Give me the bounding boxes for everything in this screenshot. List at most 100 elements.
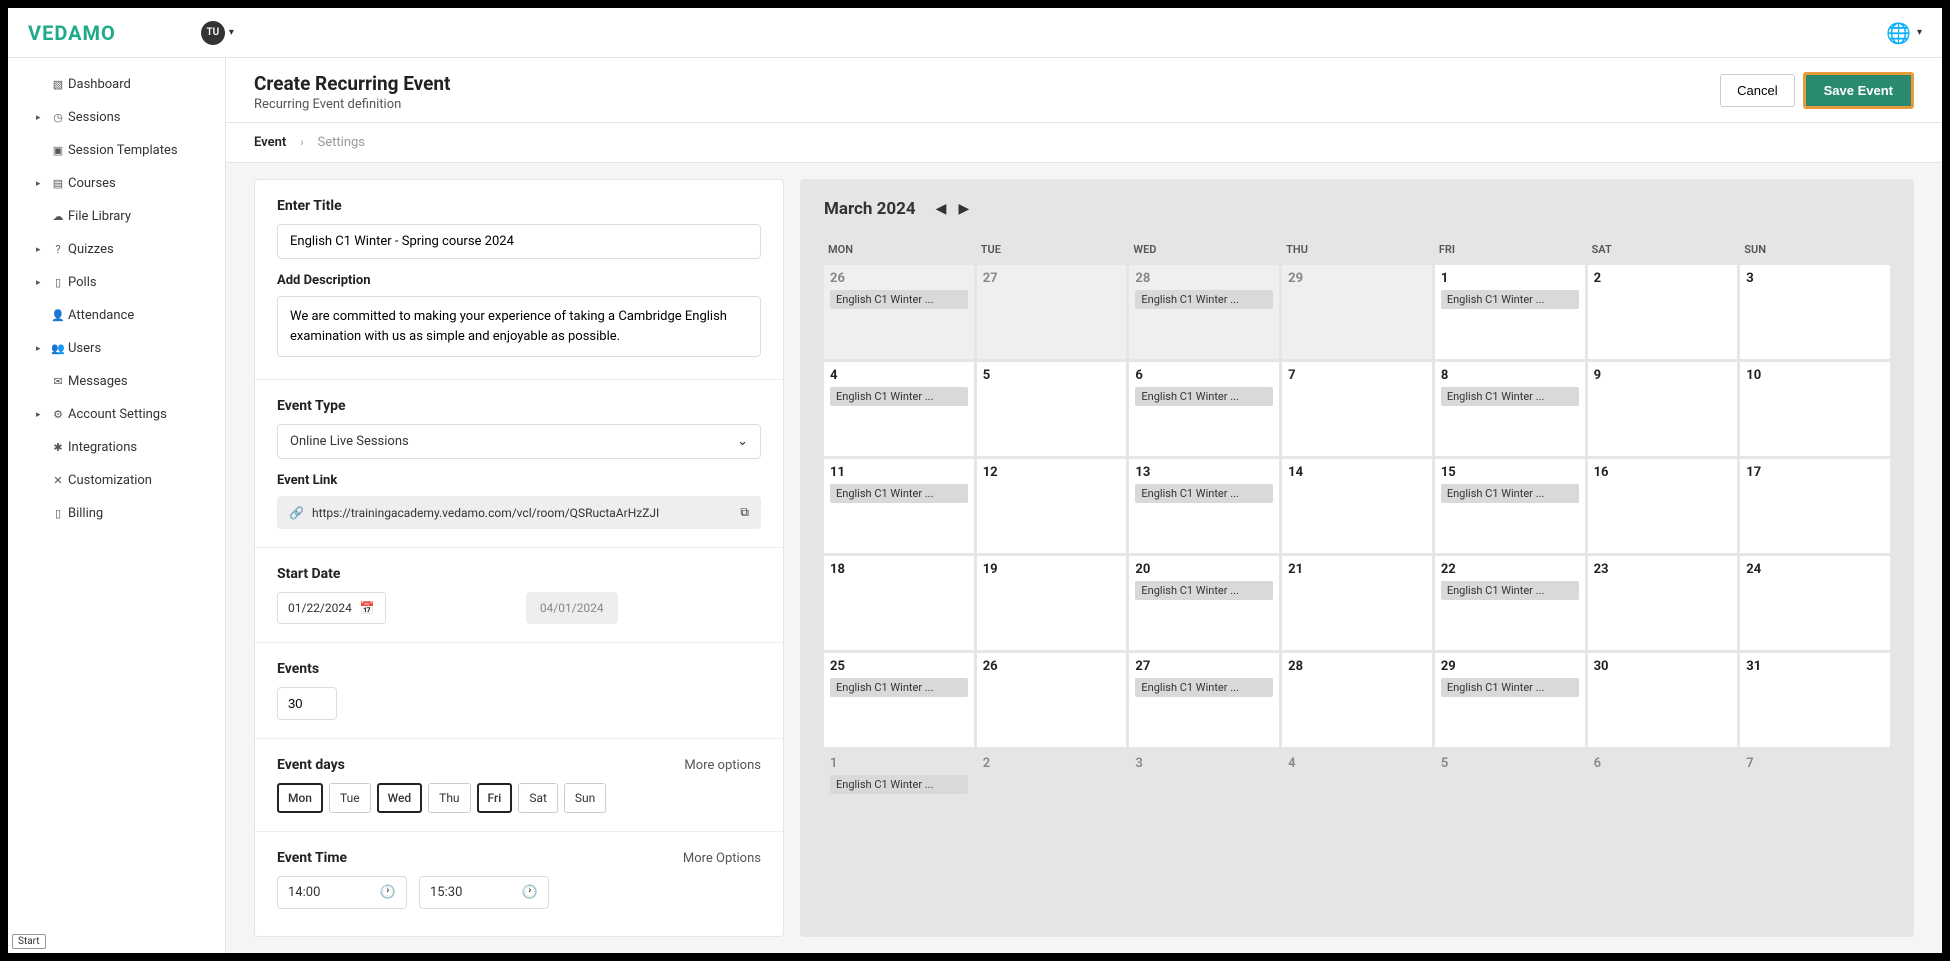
calendar-cell[interactable]: 6English C1 Winter ... xyxy=(1129,362,1279,456)
calendar-cell[interactable]: 21 xyxy=(1282,556,1432,650)
calendar-cell[interactable]: 7 xyxy=(1740,750,1890,844)
sidebar-item-users[interactable]: ▸👥Users xyxy=(8,332,225,365)
time-start-input[interactable]: 14:00 🕐 xyxy=(277,876,407,909)
calendar-event-chip[interactable]: English C1 Winter ... xyxy=(830,387,968,406)
language-menu[interactable]: 🌐 ▾ xyxy=(1886,21,1922,45)
calendar-cell[interactable]: 16 xyxy=(1588,459,1738,553)
cancel-button[interactable]: Cancel xyxy=(1720,74,1794,107)
calendar-cell[interactable]: 22English C1 Winter ... xyxy=(1435,556,1585,650)
calendar-cell[interactable]: 13English C1 Winter ... xyxy=(1129,459,1279,553)
calendar-cell[interactable]: 8English C1 Winter ... xyxy=(1435,362,1585,456)
calendar-cell[interactable]: 17 xyxy=(1740,459,1890,553)
calendar-cell[interactable]: 26 xyxy=(977,653,1127,747)
more-options-link-2[interactable]: More Options xyxy=(683,851,761,866)
sidebar-item-billing[interactable]: ▯Billing xyxy=(8,497,225,530)
calendar-cell[interactable]: 10 xyxy=(1740,362,1890,456)
breadcrumb: Event › Settings xyxy=(226,123,1942,163)
calendar-event-chip[interactable]: English C1 Winter ... xyxy=(1135,581,1273,600)
copy-icon[interactable]: ⧉ xyxy=(740,505,749,520)
sidebar-item-attendance[interactable]: 👤Attendance xyxy=(8,299,225,332)
sidebar-item-account-settings[interactable]: ▸⚙Account Settings xyxy=(8,398,225,431)
calendar-event-chip[interactable]: English C1 Winter ... xyxy=(1441,387,1579,406)
more-options-link[interactable]: More options xyxy=(684,758,761,773)
form-panel: Enter Title Add Description Event Type O… xyxy=(254,179,784,937)
title-input[interactable] xyxy=(277,224,761,259)
calendar-cell[interactable]: 3 xyxy=(1129,750,1279,844)
time-end-input[interactable]: 15:30 🕐 xyxy=(419,876,549,909)
calendar-cell[interactable]: 23 xyxy=(1588,556,1738,650)
calendar-cell[interactable]: 29English C1 Winter ... xyxy=(1435,653,1585,747)
day-pill-sat[interactable]: Sat xyxy=(518,783,558,813)
sidebar-item-session-templates[interactable]: ▣Session Templates xyxy=(8,134,225,167)
breadcrumb-event[interactable]: Event xyxy=(254,135,286,150)
sidebar-item-file-library[interactable]: ☁File Library xyxy=(8,200,225,233)
calendar-cell[interactable]: 14 xyxy=(1282,459,1432,553)
user-menu[interactable]: TU ▾ xyxy=(201,21,234,45)
sidebar-item-sessions[interactable]: ▸◷Sessions xyxy=(8,101,225,134)
calendar-cell[interactable]: 3 xyxy=(1740,265,1890,359)
sidebar-item-polls[interactable]: ▸▯Polls xyxy=(8,266,225,299)
calendar-cell[interactable]: 1English C1 Winter ... xyxy=(824,750,974,844)
sidebar-item-courses[interactable]: ▸▤Courses xyxy=(8,167,225,200)
sidebar-item-quizzes[interactable]: ▸?Quizzes xyxy=(8,233,225,266)
calendar-cell[interactable]: 30 xyxy=(1588,653,1738,747)
sidebar-item-customization[interactable]: ✕Customization xyxy=(8,464,225,497)
calendar-cell[interactable]: 4 xyxy=(1282,750,1432,844)
sidebar-item-integrations[interactable]: ✱Integrations xyxy=(8,431,225,464)
calendar-cell[interactable]: 5 xyxy=(977,362,1127,456)
calendar-event-chip[interactable]: English C1 Winter ... xyxy=(830,484,968,503)
calendar-cell[interactable]: 9 xyxy=(1588,362,1738,456)
calendar-prev-button[interactable]: ◀ xyxy=(936,201,947,217)
calendar-event-chip[interactable]: English C1 Winter ... xyxy=(1135,290,1273,309)
calendar-cell[interactable]: 24 xyxy=(1740,556,1890,650)
calendar-event-chip[interactable]: English C1 Winter ... xyxy=(830,678,968,697)
calendar-cell[interactable]: 25English C1 Winter ... xyxy=(824,653,974,747)
calendar-cell[interactable]: 18 xyxy=(824,556,974,650)
calendar-event-chip[interactable]: English C1 Winter ... xyxy=(1441,581,1579,600)
calendar-event-chip[interactable]: English C1 Winter ... xyxy=(1135,484,1273,503)
event-type-select[interactable]: Online Live Sessions ⌄ xyxy=(277,424,761,459)
calendar-cell[interactable]: 5 xyxy=(1435,750,1585,844)
calendar-cell[interactable]: 28 xyxy=(1282,653,1432,747)
sidebar-item-dashboard[interactable]: ▧Dashboard xyxy=(8,68,225,101)
page-subtitle: Recurring Event definition xyxy=(254,97,451,112)
calendar-cell[interactable]: 2 xyxy=(977,750,1127,844)
events-count-input[interactable] xyxy=(277,687,337,720)
save-event-button[interactable]: Save Event xyxy=(1803,72,1914,109)
calendar-cell[interactable]: 11English C1 Winter ... xyxy=(824,459,974,553)
day-pill-tue[interactable]: Tue xyxy=(329,783,371,813)
description-textarea[interactable] xyxy=(277,296,761,357)
calendar-next-button[interactable]: ▶ xyxy=(958,201,969,217)
calendar-event-chip[interactable]: English C1 Winter ... xyxy=(1135,678,1273,697)
calendar-cell[interactable]: 19 xyxy=(977,556,1127,650)
calendar-cell[interactable]: 20English C1 Winter ... xyxy=(1129,556,1279,650)
day-pill-wed[interactable]: Wed xyxy=(377,783,423,813)
event-type-label: Event Type xyxy=(277,398,761,414)
calendar-event-chip[interactable]: English C1 Winter ... xyxy=(1441,290,1579,309)
calendar-cell[interactable]: 26English C1 Winter ... xyxy=(824,265,974,359)
calendar-cell[interactable]: 31 xyxy=(1740,653,1890,747)
calendar-cell[interactable]: 29 xyxy=(1282,265,1432,359)
calendar-event-chip[interactable]: English C1 Winter ... xyxy=(830,775,968,794)
calendar-cell[interactable]: 1English C1 Winter ... xyxy=(1435,265,1585,359)
day-pill-fri[interactable]: Fri xyxy=(477,783,513,813)
calendar-cell[interactable]: 15English C1 Winter ... xyxy=(1435,459,1585,553)
calendar-cell[interactable]: 28English C1 Winter ... xyxy=(1129,265,1279,359)
calendar-event-chip[interactable]: English C1 Winter ... xyxy=(1441,484,1579,503)
calendar-cell[interactable]: 6 xyxy=(1588,750,1738,844)
day-pill-thu[interactable]: Thu xyxy=(428,783,470,813)
calendar-cell[interactable]: 2 xyxy=(1588,265,1738,359)
calendar-cell[interactable]: 12 xyxy=(977,459,1127,553)
day-pill-sun[interactable]: Sun xyxy=(564,783,606,813)
calendar-cell[interactable]: 27English C1 Winter ... xyxy=(1129,653,1279,747)
calendar-cell[interactable]: 27 xyxy=(977,265,1127,359)
breadcrumb-settings[interactable]: Settings xyxy=(318,135,365,150)
calendar-cell[interactable]: 7 xyxy=(1282,362,1432,456)
day-pill-mon[interactable]: Mon xyxy=(277,783,323,813)
calendar-cell[interactable]: 4English C1 Winter ... xyxy=(824,362,974,456)
calendar-event-chip[interactable]: English C1 Winter ... xyxy=(1441,678,1579,697)
sidebar-item-messages[interactable]: ✉Messages xyxy=(8,365,225,398)
calendar-event-chip[interactable]: English C1 Winter ... xyxy=(830,290,968,309)
calendar-event-chip[interactable]: English C1 Winter ... xyxy=(1135,387,1273,406)
start-date-input[interactable]: 01/22/2024 📅 xyxy=(277,592,386,624)
